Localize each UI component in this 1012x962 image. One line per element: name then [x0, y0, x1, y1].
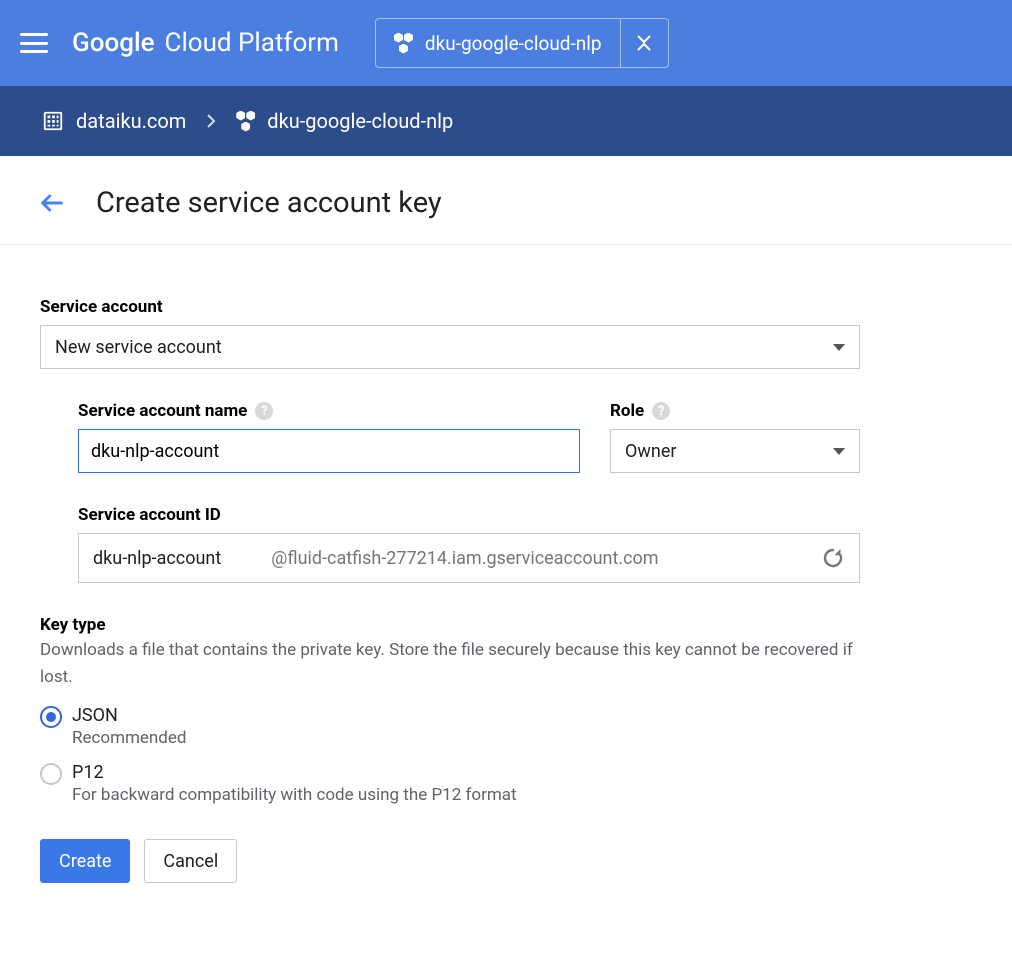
organization-icon	[42, 110, 64, 132]
form-actions: Create Cancel	[40, 839, 860, 883]
keytype-p12-sub: For backward compatibility with code usi…	[72, 785, 517, 805]
name-input[interactable]	[78, 429, 580, 473]
keytype-radio-group: JSON Recommended P12 For backward compat…	[40, 705, 860, 805]
chevron-down-icon	[637, 35, 651, 43]
arrow-left-icon	[38, 189, 66, 217]
brand-logo[interactable]: Google Cloud Platform	[72, 28, 339, 58]
project-selector: dku-google-cloud-nlp	[375, 18, 669, 68]
radio-unchecked-icon	[40, 763, 62, 785]
keytype-p12-option[interactable]: P12 For backward compatibility with code…	[40, 762, 860, 805]
breadcrumb-project[interactable]: dku-google-cloud-nlp	[236, 109, 453, 133]
refresh-button[interactable]	[821, 546, 845, 570]
keytype-p12-label: P12	[72, 762, 517, 783]
breadcrumb-org[interactable]: dataiku.com	[42, 109, 186, 133]
dropdown-icon	[833, 448, 845, 455]
keytype-label: Key type	[40, 615, 860, 635]
chevron-up-icon	[637, 43, 651, 51]
help-icon[interactable]: ?	[652, 402, 670, 420]
page-title: Create service account key	[96, 186, 442, 220]
project-icon	[394, 33, 413, 54]
project-collapse-button[interactable]	[620, 19, 668, 67]
keytype-desc: Downloads a file that contains the priva…	[40, 637, 860, 691]
chevron-right-icon	[206, 113, 216, 129]
dropdown-icon	[833, 344, 845, 351]
project-selector-button[interactable]: dku-google-cloud-nlp	[376, 19, 620, 67]
form: Service account New service account Serv…	[0, 245, 900, 923]
service-account-label: Service account	[40, 297, 860, 317]
help-icon[interactable]: ?	[255, 402, 273, 420]
radio-checked-icon	[40, 706, 62, 728]
cancel-button[interactable]: Cancel	[144, 839, 237, 883]
keytype-json-option[interactable]: JSON Recommended	[40, 705, 860, 748]
role-label-text: Role	[610, 401, 644, 421]
service-account-select[interactable]: New service account	[40, 325, 860, 369]
page-header: Create service account key	[0, 156, 1012, 245]
service-account-value: New service account	[55, 337, 222, 358]
breadcrumb-project-label: dku-google-cloud-nlp	[267, 109, 453, 133]
refresh-icon	[821, 546, 845, 570]
create-button[interactable]: Create	[40, 839, 130, 883]
role-value: Owner	[625, 441, 677, 462]
back-button[interactable]	[38, 189, 66, 217]
role-select[interactable]: Owner	[610, 429, 860, 473]
top-bar: Google Cloud Platform dku-google-cloud-n…	[0, 0, 1012, 86]
breadcrumb-org-label: dataiku.com	[76, 109, 186, 133]
id-suffix: @fluid-catfish-277214.iam.gserviceaccoun…	[271, 548, 771, 569]
id-label: Service account ID	[78, 505, 860, 525]
role-label: Role ?	[610, 401, 860, 421]
id-field: dku-nlp-account @fluid-catfish-277214.ia…	[78, 533, 860, 583]
project-icon	[236, 111, 255, 132]
brand-google: Google	[72, 28, 155, 58]
brand-rest: Cloud Platform	[165, 28, 339, 58]
keytype-json-label: JSON	[72, 705, 187, 726]
name-label-text: Service account name	[78, 401, 247, 421]
keytype-json-sub: Recommended	[72, 728, 187, 748]
project-name: dku-google-cloud-nlp	[425, 32, 602, 55]
id-value[interactable]: dku-nlp-account	[93, 548, 221, 569]
menu-icon[interactable]	[20, 33, 48, 53]
name-label: Service account name ?	[78, 401, 580, 421]
breadcrumb: dataiku.com dku-google-cloud-nlp	[0, 86, 1012, 156]
